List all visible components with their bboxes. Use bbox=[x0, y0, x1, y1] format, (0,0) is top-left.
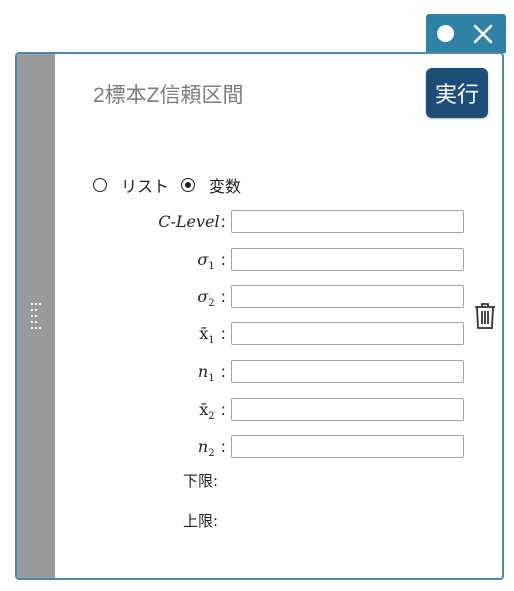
radio-list-label[interactable]: リスト bbox=[121, 173, 169, 197]
window-controls bbox=[426, 14, 506, 53]
colon: : bbox=[220, 324, 226, 343]
n2-label: n2: bbox=[198, 437, 226, 459]
z-interval-panel: 2標本Z信頼区間 実行 リスト 変数 C-Level: σ1: σ2: x̄1:… bbox=[15, 52, 504, 580]
clevel-input[interactable] bbox=[231, 210, 464, 233]
clevel-name: C-Level bbox=[158, 212, 220, 231]
xbar2-label: x̄2: bbox=[199, 400, 226, 422]
colon: : bbox=[220, 437, 226, 456]
colon: : bbox=[220, 250, 226, 269]
lower-bound-label: 下限: bbox=[183, 472, 219, 490]
upper-bound-label: 上限: bbox=[183, 512, 219, 530]
sigma1-subscript: 1 bbox=[208, 261, 215, 273]
xbar2-symbol: x̄ bbox=[199, 400, 209, 419]
sigma1-symbol: σ bbox=[197, 250, 209, 269]
sigma2-label: σ2: bbox=[197, 287, 226, 309]
sigma2-subscript: 2 bbox=[208, 298, 215, 310]
run-button[interactable]: 実行 bbox=[426, 68, 488, 118]
panel-title: 2標本Z信頼区間 bbox=[93, 84, 244, 107]
xbar1-symbol: x̄ bbox=[199, 324, 209, 343]
n1-input[interactable] bbox=[231, 360, 464, 383]
n2-input[interactable] bbox=[231, 435, 464, 458]
radio-list[interactable] bbox=[93, 178, 107, 192]
n2-symbol: n bbox=[197, 437, 209, 456]
colon: : bbox=[220, 400, 226, 419]
n1-label: n1: bbox=[198, 362, 226, 384]
xbar1-label: x̄1: bbox=[199, 324, 226, 346]
xbar1-subscript: 1 bbox=[208, 335, 215, 347]
radio-variables[interactable] bbox=[181, 178, 196, 192]
sigma1-input[interactable] bbox=[231, 248, 464, 271]
input-mode-group: リスト 変数 bbox=[93, 174, 253, 196]
drag-handle-icon bbox=[31, 303, 41, 329]
xbar2-subscript: 2 bbox=[208, 411, 215, 423]
clevel-label: C-Level: bbox=[158, 212, 226, 231]
sigma2-symbol: σ bbox=[197, 287, 209, 306]
colon: : bbox=[220, 362, 226, 381]
colon: : bbox=[220, 287, 226, 306]
radio-variables-label[interactable]: 変数 bbox=[209, 173, 241, 197]
close-icon[interactable] bbox=[472, 23, 494, 45]
xbar2-input[interactable] bbox=[231, 398, 464, 421]
n2-subscript: 2 bbox=[208, 448, 215, 460]
sigma1-label: σ1: bbox=[197, 250, 226, 272]
circle-icon[interactable] bbox=[437, 25, 454, 42]
colon: : bbox=[220, 212, 226, 231]
xbar1-input[interactable] bbox=[231, 322, 464, 345]
drag-handle[interactable] bbox=[17, 54, 55, 578]
n1-symbol: n bbox=[197, 362, 209, 381]
sigma2-input[interactable] bbox=[231, 285, 464, 308]
trash-icon[interactable] bbox=[474, 302, 496, 330]
n1-subscript: 1 bbox=[208, 373, 215, 385]
